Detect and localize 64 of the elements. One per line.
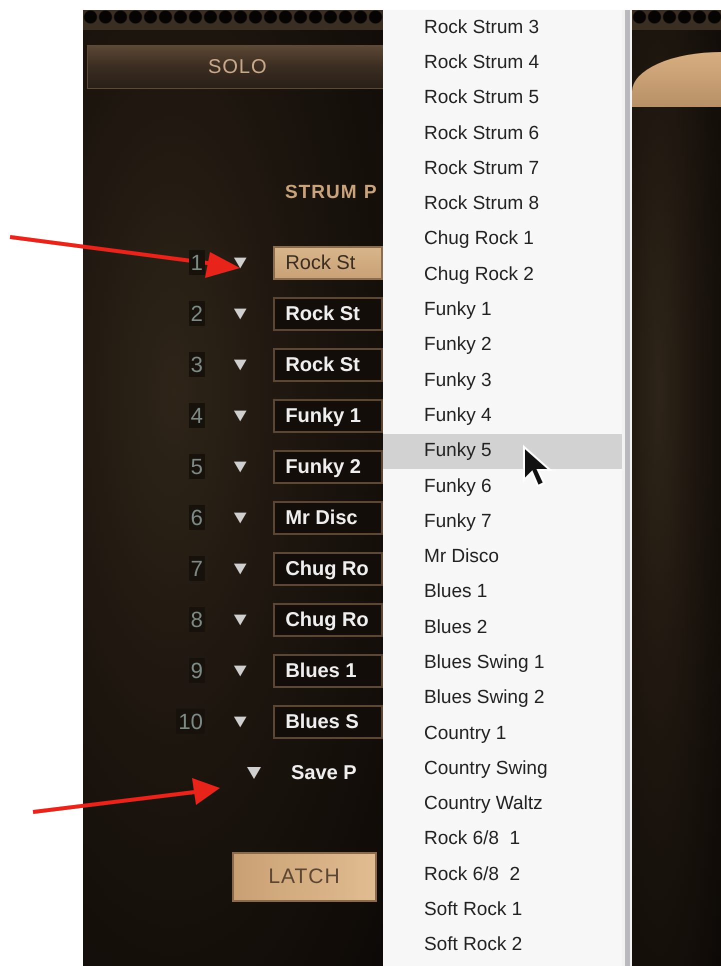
slot-number: 2 — [188, 301, 205, 326]
dropdown-triangle-icon[interactable] — [232, 715, 248, 729]
dropdown-triangle-icon[interactable] — [232, 460, 248, 474]
solo-button[interactable]: SOLO — [87, 45, 383, 89]
menu-item[interactable]: Mr Disco — [383, 539, 622, 575]
dropdown-triangle-icon[interactable] — [246, 766, 262, 780]
cursor-icon — [523, 444, 553, 488]
slot-number: 1 — [188, 250, 205, 275]
menu-item[interactable]: Rock Strum 7 — [383, 151, 622, 186]
slot-number: 9 — [188, 658, 205, 683]
pattern-field[interactable]: Rock St — [273, 297, 383, 331]
section-title: STRUM P — [285, 182, 378, 204]
pattern-field[interactable]: Funky 1 — [273, 399, 383, 433]
dropdown-triangle-icon[interactable] — [232, 358, 248, 372]
menu-item[interactable]: Chug Rock 2 — [383, 257, 622, 292]
menu-item[interactable]: Rock Strum 6 — [383, 116, 622, 152]
dropdown-triangle-icon[interactable] — [232, 307, 248, 321]
pattern-field[interactable]: Rock St — [273, 348, 383, 382]
menu-item[interactable]: Funky 2 — [383, 328, 622, 363]
dropdown-triangle-icon[interactable] — [232, 409, 248, 423]
latch-button[interactable]: LATCH — [232, 852, 377, 902]
menu-item[interactable]: Rock 6/8 1 — [383, 822, 622, 858]
menu-item[interactable]: Funky 7 — [383, 504, 622, 540]
pattern-field[interactable]: Blues S — [273, 705, 383, 739]
menu-item[interactable]: Blues Swing 2 — [383, 680, 622, 716]
menu-item[interactable]: Country Waltz — [383, 786, 622, 822]
slot-number: 3 — [188, 352, 205, 377]
menu-item[interactable]: Country Swing — [383, 751, 622, 787]
menu-item[interactable]: Chug Rock 1 — [383, 222, 622, 258]
pattern-field[interactable]: Rock St — [273, 246, 383, 280]
pattern-field[interactable]: Blues 1 — [273, 654, 383, 688]
menu-item[interactable]: Rock Strum 3 — [383, 10, 622, 46]
menu-item[interactable]: Rock 6/8 2 — [383, 857, 622, 892]
menu-item[interactable]: Blues 1 — [383, 574, 622, 610]
menu-item[interactable]: Funky 4 — [383, 398, 622, 434]
slot-number: 10 — [176, 709, 205, 734]
menu-item[interactable]: Soft Rock 1 — [383, 892, 622, 928]
slot-number: 6 — [188, 505, 205, 530]
menu-item[interactable]: Funky 3 — [383, 362, 622, 398]
slot-number: 4 — [188, 403, 205, 428]
menu-item[interactable]: Soft Rock 2 — [383, 928, 622, 964]
pattern-field[interactable]: Chug Ro — [273, 603, 383, 637]
menu-item[interactable]: Funky 6 — [383, 468, 622, 504]
pattern-field[interactable]: Funky 2 — [273, 450, 383, 484]
dropdown-triangle-icon[interactable] — [232, 562, 248, 576]
slot-number: 7 — [188, 556, 205, 581]
menu-item[interactable]: Blues Swing 1 — [383, 645, 622, 681]
menu-item[interactable]: Funky 1 — [383, 292, 622, 328]
menu-item[interactable]: Funky 5 — [383, 434, 622, 469]
slot-number: 5 — [188, 454, 205, 479]
dropdown-triangle-icon[interactable] — [232, 511, 248, 525]
dropdown-triangle-icon[interactable] — [232, 664, 248, 678]
save-label[interactable]: Save P — [291, 762, 357, 784]
pattern-field[interactable]: Mr Disc — [273, 501, 383, 535]
menu-item[interactable]: Rock Strum 4 — [383, 45, 622, 81]
menu-item[interactable]: Country 1 — [383, 716, 622, 752]
dropdown-triangle-icon[interactable] — [232, 256, 248, 270]
slot-number: 8 — [188, 607, 205, 632]
scrollbar[interactable] — [624, 10, 630, 966]
pattern-field[interactable]: Chug Ro — [273, 552, 383, 586]
dropdown-triangle-icon[interactable] — [232, 613, 248, 627]
menu-item[interactable]: Blues 2 — [383, 610, 622, 646]
menu-item[interactable]: Rock Strum 8 — [383, 186, 622, 222]
menu-item[interactable]: Rock Strum 5 — [383, 80, 622, 116]
